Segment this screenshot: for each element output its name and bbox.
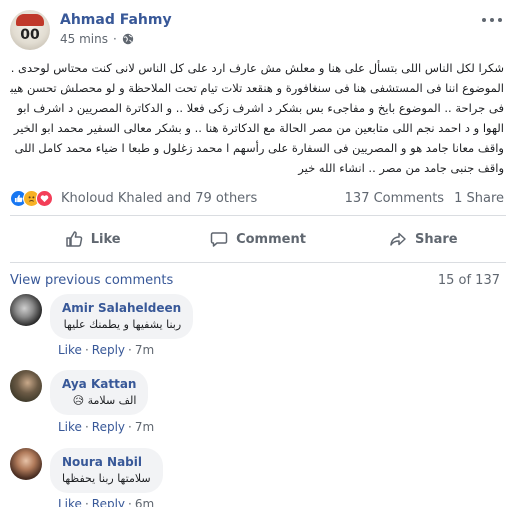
post-header: 00 Ahmad Fahmy 45 mins ·	[10, 10, 506, 52]
avatar-number: 00	[20, 27, 40, 43]
comment-text: ربنا يشفيها و يطمنك عليها	[63, 318, 182, 331]
comment-icon	[210, 232, 228, 247]
commenter-avatar[interactable]	[10, 294, 42, 326]
like-button-label: Like	[90, 231, 121, 247]
divider	[10, 215, 506, 216]
reaction-icons[interactable]	[10, 189, 53, 207]
author-avatar[interactable]: 00	[10, 10, 50, 50]
post-body-line: الهوا و د احمد نجم اللى متابعين من مصر ا…	[10, 121, 504, 135]
comment-button-label: Comment	[236, 231, 306, 247]
comment-text: سلامتها ربنا يحفظها	[62, 472, 151, 485]
post-body-line: الموضوع اننا فى المستشفى هنا فى سنغافورة…	[10, 81, 504, 95]
like-button[interactable]: Like	[10, 224, 175, 254]
avatar-cap-graphic	[16, 14, 44, 26]
comment-text-content: الف سلامة	[87, 394, 137, 407]
post-timestamp[interactable]: 45 mins	[60, 32, 108, 46]
view-previous-comments-link[interactable]: View previous comments	[10, 273, 173, 288]
comment-bubble: Amir Salaheldeen ربنا يشفيها و يطمنك علي…	[50, 294, 194, 339]
comment-time[interactable]: 6m	[135, 497, 154, 507]
globe-icon[interactable]	[122, 33, 134, 45]
share-icon	[390, 232, 406, 246]
comment-like-link[interactable]: Like	[58, 497, 82, 507]
shares-count[interactable]: 1 Share	[454, 191, 504, 206]
comment-reply-link[interactable]: Reply	[92, 343, 125, 357]
post-body-line: فى جراحة .. الموضوع بايخ و مفاجىء بس بشك…	[17, 101, 504, 115]
sad-face-emoji: 😥	[72, 394, 85, 407]
post-actions: Like Comment Share	[10, 224, 506, 254]
divider	[10, 262, 506, 263]
comment-bubble: Aya Kattan الف سلامة 😥	[50, 370, 149, 415]
comment-text: الف سلامة 😥	[62, 394, 137, 407]
comment-time[interactable]: 7m	[135, 420, 154, 434]
commenter-avatar[interactable]	[10, 370, 42, 402]
post-meta: 45 mins ·	[60, 32, 134, 46]
commenter-name[interactable]: Noura Nabil	[62, 455, 151, 469]
love-icon	[36, 189, 53, 207]
commenter-name[interactable]: Amir Salaheldeen	[62, 301, 181, 315]
thumbs-up-icon	[65, 231, 83, 247]
comment-actions: Like · Reply · 7m	[58, 420, 155, 434]
comment-time[interactable]: 7m	[135, 343, 154, 357]
more-options-icon[interactable]	[482, 12, 502, 28]
comment-reply-link[interactable]: Reply	[92, 420, 125, 434]
comment-button[interactable]: Comment	[175, 224, 340, 254]
post-author-name[interactable]: Ahmad Fahmy	[60, 12, 172, 28]
post-body-line: واقف جنبى جامد من مصر .. انشاء الله خير	[298, 161, 504, 175]
post-body: شكرا لكل الناس اللى بتسأل على هنا و معلش…	[10, 58, 504, 178]
comment-like-link[interactable]: Like	[58, 343, 82, 357]
comments-count[interactable]: 137 Comments	[345, 191, 444, 206]
comment-reply-link[interactable]: Reply	[92, 497, 125, 507]
commenter-avatar[interactable]	[10, 448, 42, 480]
commenter-name[interactable]: Aya Kattan	[62, 377, 136, 391]
comments-pagination-count: 15 of 137	[437, 273, 500, 288]
comment-like-link[interactable]: Like	[58, 420, 82, 434]
comment-actions: Like · Reply · 6m	[58, 497, 154, 507]
post-body-line: شكرا لكل الناس اللى بتسأل على هنا و معلش…	[10, 61, 504, 75]
comment-bubble: Noura Nabil سلامتها ربنا يحفظها	[50, 448, 163, 493]
share-button-label: Share	[415, 231, 458, 247]
comment-actions: Like · Reply · 7m	[58, 343, 155, 357]
share-button[interactable]: Share	[341, 224, 506, 254]
reactions-summary[interactable]: Kholoud Khaled and 79 others	[61, 191, 257, 206]
post-body-line: واقف معانا جامد هو و المصريين فى السفارة…	[14, 141, 504, 155]
reactions-bar: Kholoud Khaled and 79 others 137 Comment…	[10, 188, 504, 208]
engagement-counts: 137 Comments 1 Share	[345, 191, 504, 206]
